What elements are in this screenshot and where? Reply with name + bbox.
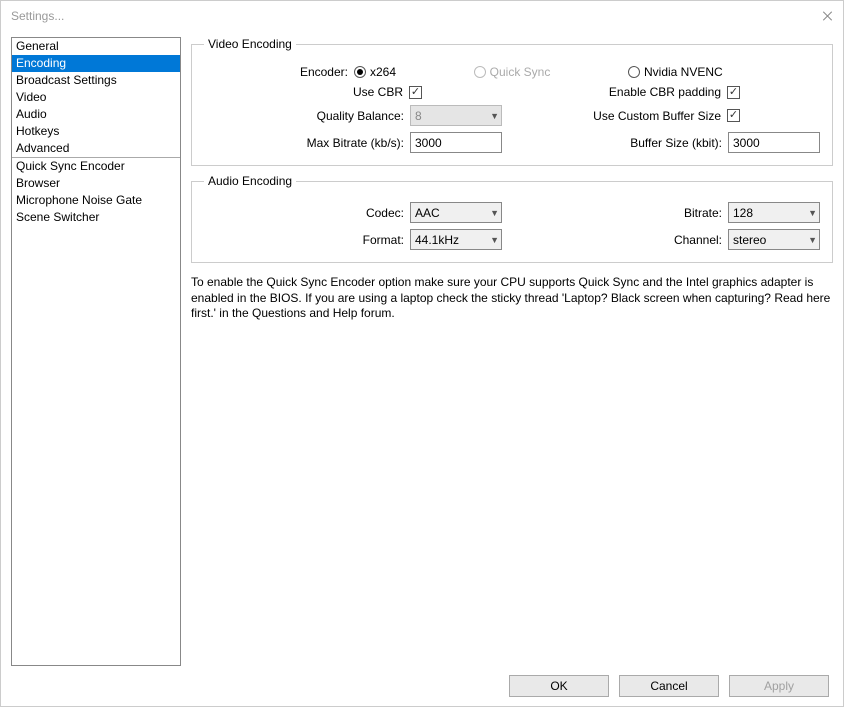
radio-icon [354,66,366,78]
audio-bitrate-label: Bitrate: [684,206,722,220]
codec-value: AAC [415,206,440,220]
settings-window: Settings... GeneralEncodingBroadcast Set… [0,0,844,707]
sidebar-item-general[interactable]: General [12,38,180,55]
titlebar: Settings... [1,1,843,31]
encoder-radio-nvenc[interactable]: Nvidia NVENC [628,65,723,79]
audio-encoding-legend: Audio Encoding [204,174,296,188]
video-encoding-group: Video Encoding Encoder: x264 Quick Sync [191,37,833,166]
use-cbr-label: Use CBR [353,85,403,99]
audio-bitrate-combo[interactable]: 128 ▼ [728,202,820,223]
chevron-down-icon: ▼ [490,111,499,121]
audio-bitrate-value: 128 [733,206,753,220]
quality-balance-value: 8 [415,109,422,123]
audio-encoding-group: Audio Encoding Codec: AAC ▼ Bitrate: 128 [191,174,833,263]
sidebar-item-audio[interactable]: Audio [12,106,180,123]
sidebar-item-hotkeys[interactable]: Hotkeys [12,123,180,140]
chevron-down-icon: ▼ [490,208,499,218]
encoder-x264-label: x264 [370,65,396,79]
encoder-radio-x264[interactable]: x264 [354,65,396,79]
cancel-button[interactable]: Cancel [619,675,719,697]
encoder-label: Encoder: [300,65,348,79]
content-pane: Video Encoding Encoder: x264 Quick Sync [191,37,833,666]
sidebar-item-scene-switcher[interactable]: Scene Switcher [12,209,180,226]
sidebar-item-browser[interactable]: Browser [12,175,180,192]
chevron-down-icon: ▼ [808,208,817,218]
apply-button: Apply [729,675,829,697]
radio-icon [628,66,640,78]
quality-balance-label: Quality Balance: [317,109,404,123]
ok-button[interactable]: OK [509,675,609,697]
video-encoding-legend: Video Encoding [204,37,296,51]
sidebar-item-microphone-noise-gate[interactable]: Microphone Noise Gate [12,192,180,209]
use-cbr-checkbox[interactable] [409,86,422,99]
buffer-size-label: Buffer Size (kbit): [630,136,722,150]
format-combo[interactable]: 44.1kHz ▼ [410,229,502,250]
encoder-radio-quicksync: Quick Sync [474,65,551,79]
max-bitrate-label: Max Bitrate (kb/s): [307,136,404,150]
channel-combo[interactable]: stereo ▼ [728,229,820,250]
sidebar-item-encoding[interactable]: Encoding [12,55,180,72]
radio-icon [474,66,486,78]
sidebar-item-quick-sync-encoder[interactable]: Quick Sync Encoder [12,158,180,175]
channel-value: stereo [733,233,766,247]
encoder-nvenc-label: Nvidia NVENC [644,65,723,79]
channel-label: Channel: [674,233,722,247]
codec-combo[interactable]: AAC ▼ [410,202,502,223]
enable-cbr-padding-checkbox[interactable] [727,86,740,99]
footer: OK Cancel Apply [1,666,843,706]
window-title: Settings... [11,9,64,23]
sidebar-item-video[interactable]: Video [12,89,180,106]
close-icon[interactable] [821,9,835,23]
info-note: To enable the Quick Sync Encoder option … [191,275,833,322]
chevron-down-icon: ▼ [490,235,499,245]
format-label: Format: [363,233,404,247]
format-value: 44.1kHz [415,233,459,247]
enable-cbr-padding-label: Enable CBR padding [609,85,721,99]
chevron-down-icon: ▼ [808,235,817,245]
use-custom-buffer-checkbox[interactable] [727,109,740,122]
quality-balance-combo: 8 ▼ [410,105,502,126]
encoder-quicksync-label: Quick Sync [490,65,551,79]
buffer-size-input[interactable] [728,132,820,153]
sidebar: GeneralEncodingBroadcast SettingsVideoAu… [11,37,181,666]
use-custom-buffer-label: Use Custom Buffer Size [593,109,721,123]
codec-label: Codec: [366,206,404,220]
sidebar-item-broadcast-settings[interactable]: Broadcast Settings [12,72,180,89]
sidebar-item-advanced[interactable]: Advanced [12,140,180,157]
max-bitrate-input[interactable] [410,132,502,153]
